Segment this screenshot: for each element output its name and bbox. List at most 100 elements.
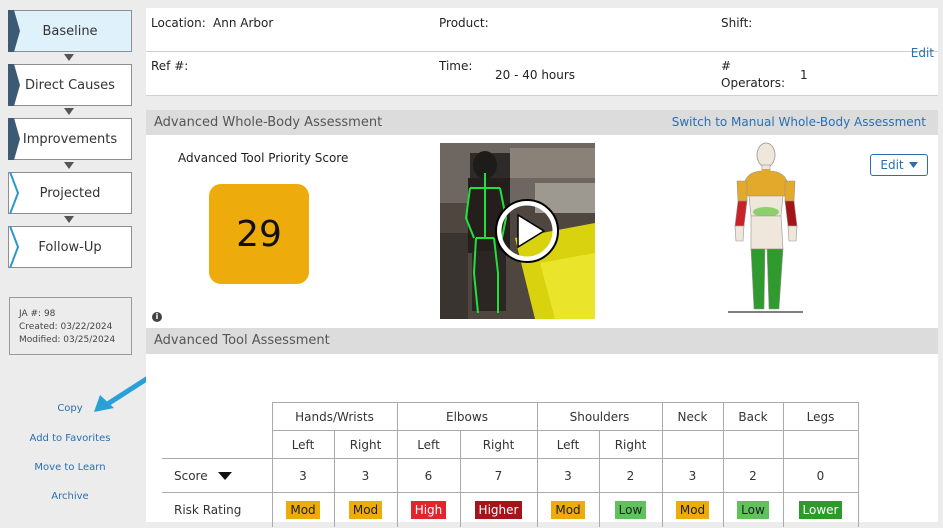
risk-cell: Higher	[459, 492, 537, 527]
side-header: Right	[459, 430, 537, 459]
risk-cell: Lower	[782, 492, 859, 527]
risk-row: Risk Rating Mod Mod High Higher Mod Low …	[162, 492, 859, 527]
group-header: Hands/Wrists	[271, 402, 397, 431]
group-header: Elbows	[396, 402, 537, 431]
job-meta-box: JA #: 98 Created: 03/22/2024 Modified: 0…	[9, 297, 132, 355]
chevron-right-icon	[9, 226, 20, 268]
risk-badge: Mod	[348, 500, 383, 519]
step-label: Direct Causes	[25, 77, 115, 93]
risk-badge: High	[410, 500, 447, 519]
side-header: Left	[396, 430, 460, 459]
product-label: Product:	[439, 16, 489, 30]
side-header-empty	[722, 430, 783, 459]
tool-assessment-header: Advanced Tool Assessment	[146, 328, 938, 354]
caret-down-icon	[908, 162, 918, 168]
step-follow-up[interactable]: Follow-Up	[8, 226, 132, 268]
down-arrow-icon	[8, 214, 132, 226]
chevron-right-icon	[8, 64, 20, 106]
time-label: Time:	[439, 59, 473, 73]
tool-assessment-panel: Hands/Wrists Elbows Shoulders Neck Back …	[146, 354, 938, 527]
step-label: Baseline	[42, 23, 98, 39]
body-heatmap-figure	[728, 142, 803, 313]
move-to-learn-link[interactable]: Move to Learn	[8, 462, 132, 473]
priority-score-badge: 29	[209, 184, 309, 284]
step-direct-causes[interactable]: Direct Causes	[8, 64, 132, 106]
workflow-steps: Baseline Direct Causes Improvements Proj…	[8, 10, 132, 268]
operators-value: 1	[800, 68, 808, 82]
side-header: Right	[598, 430, 662, 459]
job-info-panel: Location: Ann Arbor Product: Shift: Edit…	[146, 8, 938, 96]
risk-cell: Low	[722, 492, 783, 527]
ja-number: JA #: 98	[19, 309, 56, 319]
side-header: Left	[271, 430, 334, 459]
step-label: Improvements	[22, 131, 118, 147]
group-header: Shoulders	[536, 402, 662, 431]
score-label-cell: Score	[162, 458, 272, 493]
risk-cell: Mod	[333, 492, 397, 527]
time-value: 20 - 40 hours	[495, 68, 576, 82]
score-cell: 6	[396, 458, 460, 493]
group-header: Neck	[661, 402, 723, 431]
side-header: Right	[333, 430, 397, 459]
side-header-empty	[661, 430, 723, 459]
risk-badge: Higher	[474, 500, 523, 519]
operators-label: Operators:	[721, 76, 786, 90]
step-label: Projected	[39, 185, 101, 201]
score-cell: 3	[536, 458, 599, 493]
risk-label: Risk Rating	[174, 502, 242, 517]
score-cell: 7	[459, 458, 537, 493]
whole-body-header: Advanced Whole-Body Assessment Switch to…	[146, 110, 938, 135]
created-date: Created: 03/22/2024	[19, 322, 113, 332]
risk-cell: Mod	[271, 492, 334, 527]
step-improvements[interactable]: Improvements	[8, 118, 132, 160]
group-header: Back	[722, 402, 783, 431]
edit-label: Edit	[880, 158, 904, 172]
edit-info-link[interactable]: Edit	[911, 46, 934, 60]
info-icon[interactable]: i	[152, 312, 162, 322]
archive-link[interactable]: Archive	[8, 491, 132, 502]
risk-cell: Low	[598, 492, 662, 527]
add-to-favorites-link[interactable]: Add to Favorites	[8, 433, 132, 444]
down-arrow-icon	[8, 52, 132, 64]
priority-score-title: Advanced Tool Priority Score	[178, 151, 349, 165]
location-label: Location:	[151, 16, 206, 30]
operators-label-hash: #	[721, 59, 732, 73]
score-cell: 2	[722, 458, 783, 493]
shift-label: Shift:	[721, 16, 753, 30]
score-cell: 3	[271, 458, 334, 493]
edit-button[interactable]: Edit	[870, 154, 928, 176]
assessment-table: Hands/Wrists Elbows Shoulders Neck Back …	[162, 402, 859, 527]
side-header: Left	[536, 430, 599, 459]
score-cell: 0	[782, 458, 859, 493]
chevron-right-icon	[8, 118, 20, 160]
divider	[146, 51, 938, 52]
video-thumbnail[interactable]	[440, 143, 595, 319]
sort-down-icon[interactable]	[217, 472, 232, 480]
chevron-right-icon	[9, 172, 20, 214]
section-title: Advanced Tool Assessment	[154, 333, 330, 348]
score-cell: 2	[598, 458, 662, 493]
risk-cell: High	[396, 492, 460, 527]
step-label: Follow-Up	[38, 239, 102, 255]
down-arrow-icon	[8, 106, 132, 118]
step-projected[interactable]: Projected	[8, 172, 132, 214]
score-cell: 3	[661, 458, 723, 493]
risk-cell: Mod	[661, 492, 723, 527]
pointer-arrow-icon	[94, 375, 151, 412]
group-header: Legs	[782, 402, 859, 431]
step-baseline[interactable]: Baseline	[8, 10, 132, 52]
switch-manual-link[interactable]: Switch to Manual Whole-Body Assessment	[672, 115, 926, 129]
score-cell: 3	[333, 458, 397, 493]
down-arrow-icon	[8, 160, 132, 172]
risk-badge: Mod	[675, 500, 710, 519]
score-label: Score	[174, 468, 208, 483]
blank-cell	[162, 430, 272, 459]
risk-badge: Low	[614, 500, 647, 519]
side-header-empty	[782, 430, 859, 459]
chevron-right-icon	[8, 10, 20, 52]
risk-cell: Mod	[536, 492, 599, 527]
table-corner	[162, 403, 272, 431]
section-title: Advanced Whole-Body Assessment	[154, 115, 383, 130]
modified-date: Modified: 03/25/2024	[19, 335, 116, 345]
whole-body-panel: Advanced Tool Priority Score 29 i Edit	[146, 135, 938, 328]
